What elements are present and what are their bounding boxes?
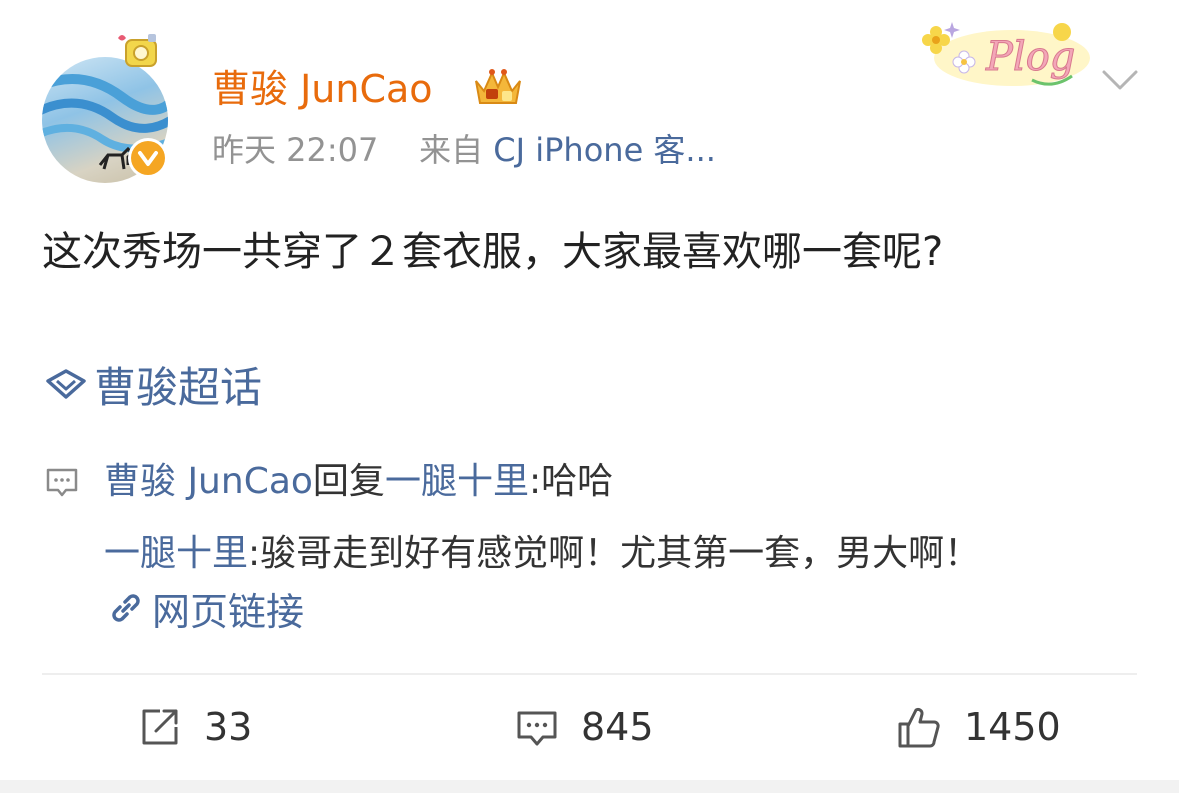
verified-badge-icon bbox=[128, 138, 168, 178]
like-count: 1450 bbox=[964, 705, 1061, 749]
reply-target-colon: : bbox=[528, 461, 542, 502]
quoted-colon: : bbox=[248, 533, 261, 574]
comment-button[interactable]: 845 bbox=[515, 697, 654, 757]
reply-author[interactable]: 曹骏 JunCao bbox=[104, 456, 313, 508]
comment-count: 845 bbox=[581, 705, 654, 749]
quoted-line: 一腿十里 : 骏哥走到好有感觉啊！尤其第一套，男大啊！ bbox=[44, 528, 1144, 580]
chevron-down-icon[interactable] bbox=[1100, 64, 1140, 94]
topic-label: 曹骏超话 bbox=[94, 362, 263, 412]
post-source[interactable]: CJ iPhone 客... bbox=[493, 131, 716, 169]
post-text: 这次秀场一共穿了２套衣服，大家最喜欢哪一套呢? bbox=[42, 229, 944, 275]
reply-block[interactable]: 曹骏 JunCao 回复 一腿十里 : 哈哈 一腿十里 : 骏哥走到好有感觉啊！… bbox=[44, 456, 1144, 580]
comment-icon bbox=[46, 468, 78, 497]
camera-sticker-icon bbox=[118, 34, 157, 67]
crown-icon[interactable] bbox=[470, 63, 526, 111]
plog-sticker: Plog bbox=[922, 22, 1090, 86]
web-link[interactable]: 网页链接 bbox=[106, 580, 304, 636]
repost-count: 33 bbox=[204, 705, 253, 749]
post-time: 昨天 22:07 bbox=[212, 131, 379, 169]
topic-link[interactable]: 曹骏超话 bbox=[44, 354, 262, 414]
reply-line: 曹骏 JunCao 回复 一腿十里 : 哈哈 bbox=[44, 456, 1144, 508]
reply-content: 哈哈 bbox=[541, 461, 614, 502]
source-prefix: 来自 bbox=[419, 131, 484, 169]
post-meta: 昨天 22:07 来自 CJ iPhone 客... bbox=[212, 128, 716, 172]
author-name[interactable]: 曹骏 JunCao bbox=[212, 64, 433, 114]
share-icon bbox=[142, 709, 178, 745]
reply-verb: 回复 bbox=[312, 461, 385, 502]
quoted-author[interactable]: 一腿十里 bbox=[104, 528, 248, 580]
repost-button[interactable]: 33 bbox=[138, 697, 252, 757]
thumbs-up-icon bbox=[898, 707, 940, 748]
reply-target[interactable]: 一腿十里 bbox=[385, 456, 529, 508]
divider bbox=[42, 673, 1137, 675]
bottom-separator bbox=[0, 780, 1179, 793]
link-icon bbox=[112, 594, 140, 622]
quoted-content: 骏哥走到好有感觉啊！尤其第一套，男大啊！ bbox=[260, 533, 981, 574]
comment-icon bbox=[517, 711, 557, 746]
like-button[interactable]: 1450 bbox=[896, 697, 1061, 757]
web-link-label: 网页链接 bbox=[152, 589, 305, 634]
diamond-topic-icon bbox=[46, 369, 86, 399]
